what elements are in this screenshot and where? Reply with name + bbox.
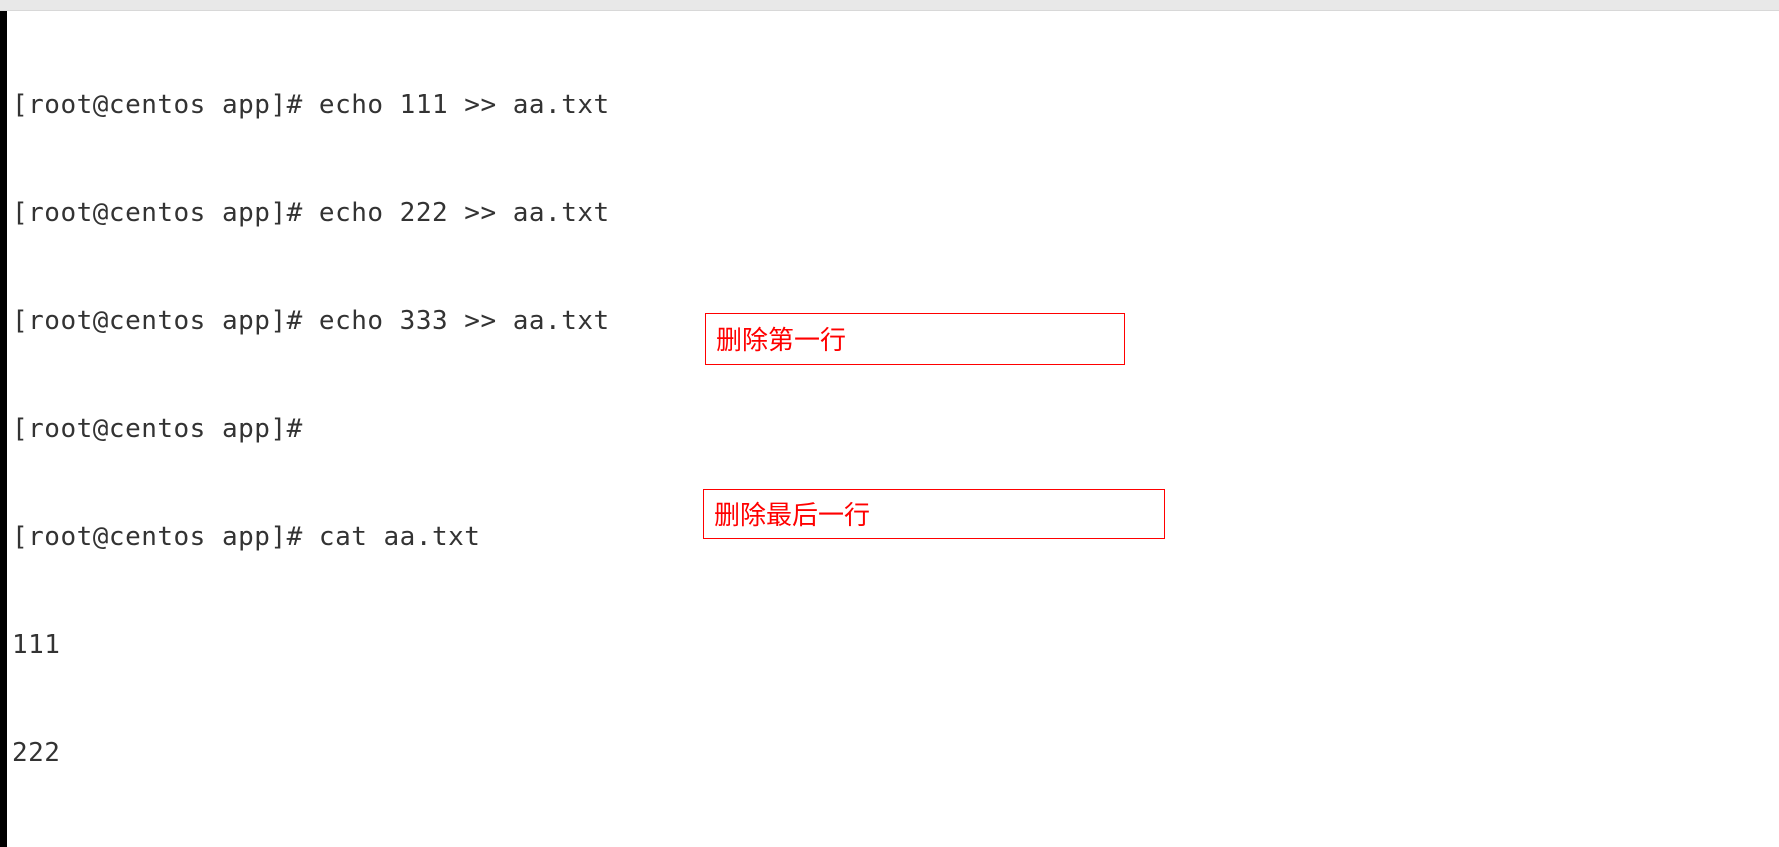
terminal-line: 222 [12, 735, 1779, 771]
terminal-output[interactable]: [root@centos app]# echo 111 >> aa.txt [r… [12, 11, 1779, 847]
terminal-area[interactable]: [root@centos app]# echo 111 >> aa.txt [r… [0, 11, 1779, 847]
terminal-line: 333 [12, 843, 1779, 847]
annotation-delete-last-line: 删除最后一行 [703, 489, 1165, 539]
annotation-text: 删除最后一行 [714, 501, 870, 527]
annotation-delete-first-line: 删除第一行 [705, 313, 1125, 365]
terminal-line: 111 [12, 627, 1779, 663]
terminal-line: [root@centos app]# echo 222 >> aa.txt [12, 195, 1779, 231]
annotation-text: 删除第一行 [716, 326, 846, 352]
window-titlebar-strip [0, 0, 1779, 11]
terminal-line: [root@centos app]# [12, 411, 1779, 447]
terminal-line: [root@centos app]# echo 111 >> aa.txt [12, 87, 1779, 123]
left-scrollbar-track[interactable] [0, 11, 7, 847]
